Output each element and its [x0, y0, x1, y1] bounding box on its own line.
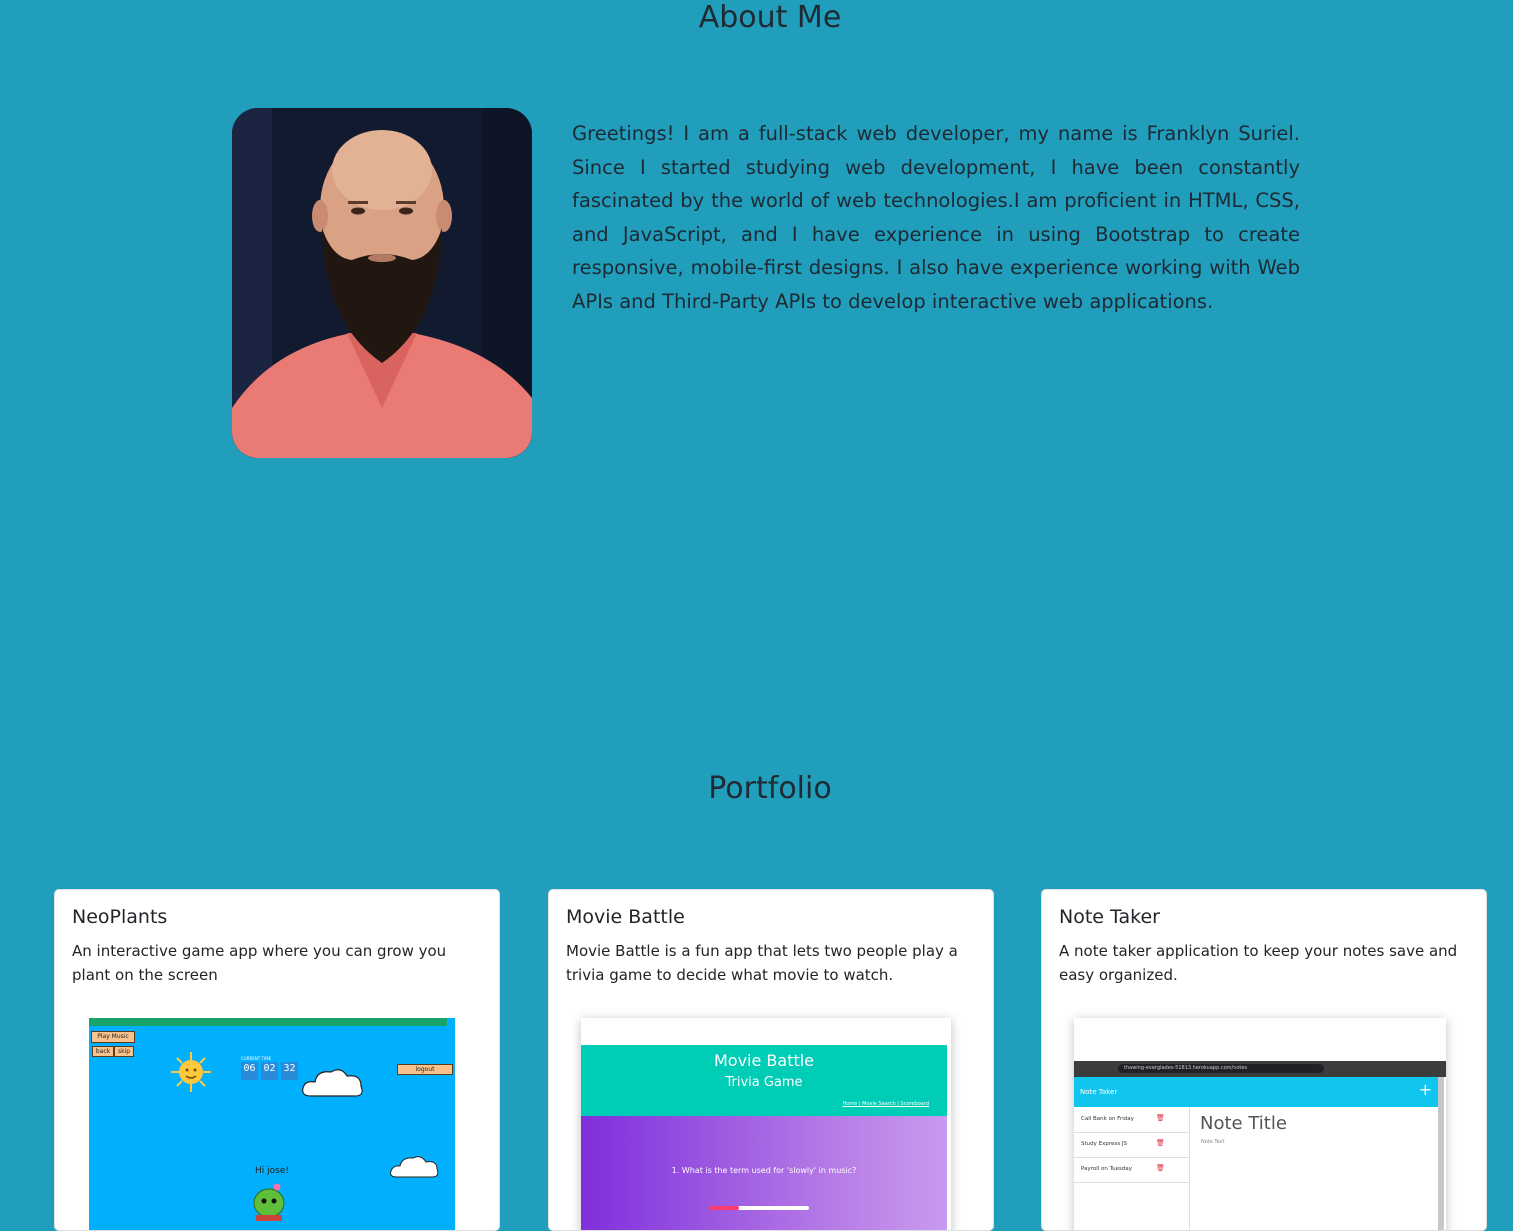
browser-toolbar: thawing-everglades-51813.herokuapp.com/n…	[1074, 1061, 1446, 1077]
browser-url: thawing-everglades-51813.herokuapp.com/n…	[1118, 1064, 1324, 1073]
current-time-label: CURRENT TIME	[241, 1056, 272, 1061]
profile-photo	[232, 108, 532, 458]
screenshot-subtitle: Trivia Game	[725, 1075, 803, 1090]
card-title[interactable]: NeoPlants	[72, 906, 167, 928]
logout-button: logout	[397, 1064, 453, 1075]
cloud-icon	[302, 1069, 363, 1097]
app-navbar: Note Taker +	[1074, 1077, 1438, 1107]
project-card-movie-battle[interactable]: Movie Battle Movie Battle is a fun app t…	[548, 889, 994, 1231]
screenshot-header: Movie Battle Trivia Game Home | Movie Se…	[581, 1045, 947, 1116]
time-minutes: 02	[261, 1062, 278, 1080]
back-button: back	[92, 1046, 114, 1057]
plus-icon: +	[1418, 1080, 1432, 1099]
card-title[interactable]: Note Taker	[1059, 906, 1160, 928]
cactus-plant-icon	[253, 1183, 285, 1221]
trash-icon: 🗑	[1156, 1114, 1165, 1122]
note-title-field: Note Title	[1200, 1113, 1287, 1134]
note-text-field: Note Text	[1201, 1139, 1225, 1145]
note-item-title: Call Bank on Friday	[1081, 1116, 1134, 1122]
progress-bar-fill	[709, 1206, 739, 1210]
project-card-note-taker[interactable]: Note Taker A note taker application to k…	[1041, 889, 1487, 1231]
profile-photo-illustration	[232, 108, 532, 458]
screenshot-title: Movie Battle	[713, 1051, 815, 1070]
greeting-text: Hi jose!	[255, 1166, 289, 1176]
list-item: Payroll on Tuesday 🗑	[1074, 1157, 1189, 1183]
notes-list: Call Bank on Friday 🗑 Study Express JS 🗑…	[1074, 1107, 1190, 1230]
screenshot-body: 1. What is the term used for 'slowly' in…	[581, 1116, 947, 1230]
movie-battle-screenshot[interactable]: Movie Battle Trivia Game Home | Movie Se…	[581, 1018, 951, 1230]
list-item: Call Bank on Friday 🗑	[1074, 1107, 1189, 1133]
screenshot-nav-links: Home | Movie Search | Scoreboard	[842, 1101, 930, 1107]
card-description: An interactive game app where you can gr…	[72, 942, 447, 984]
app-title: Note Taker	[1080, 1088, 1118, 1096]
progress-bar	[709, 1206, 809, 1210]
time-seconds: 32	[281, 1062, 298, 1080]
trivia-question: 1. What is the term used for 'slowly' in…	[671, 1166, 857, 1175]
portfolio-title: Portfolio	[708, 771, 832, 806]
trash-icon: 🗑	[1156, 1164, 1165, 1172]
skip-button: skip	[114, 1046, 134, 1057]
screenshot-topbar	[89, 1018, 447, 1026]
list-item: Study Express JS 🗑	[1074, 1132, 1189, 1158]
time-hours: 06	[241, 1062, 258, 1080]
neoplants-screenshot[interactable]: Play Music back skip logout CURRENT TIME…	[89, 1018, 455, 1230]
trash-icon: 🗑	[1156, 1139, 1165, 1147]
sun-icon	[171, 1052, 211, 1092]
about-bio: Greetings! I am a full-stack web develop…	[572, 122, 1300, 313]
cloud-icon	[390, 1156, 439, 1178]
card-title[interactable]: Movie Battle	[566, 906, 685, 928]
note-item-title: Study Express JS	[1081, 1141, 1127, 1147]
note-taker-screenshot[interactable]: thawing-everglades-51813.herokuapp.com/n…	[1074, 1018, 1446, 1230]
card-description: A note taker application to keep your no…	[1059, 942, 1458, 984]
about-title: About Me	[698, 0, 842, 35]
scrollbar	[1438, 1077, 1444, 1230]
card-description: Movie Battle is a fun app that lets two …	[566, 942, 958, 984]
play-music-button: Play Music	[91, 1031, 135, 1043]
project-card-neoplants[interactable]: NeoPlants An interactive game app where …	[54, 889, 500, 1231]
note-item-title: Payroll on Tuesday	[1081, 1166, 1132, 1172]
